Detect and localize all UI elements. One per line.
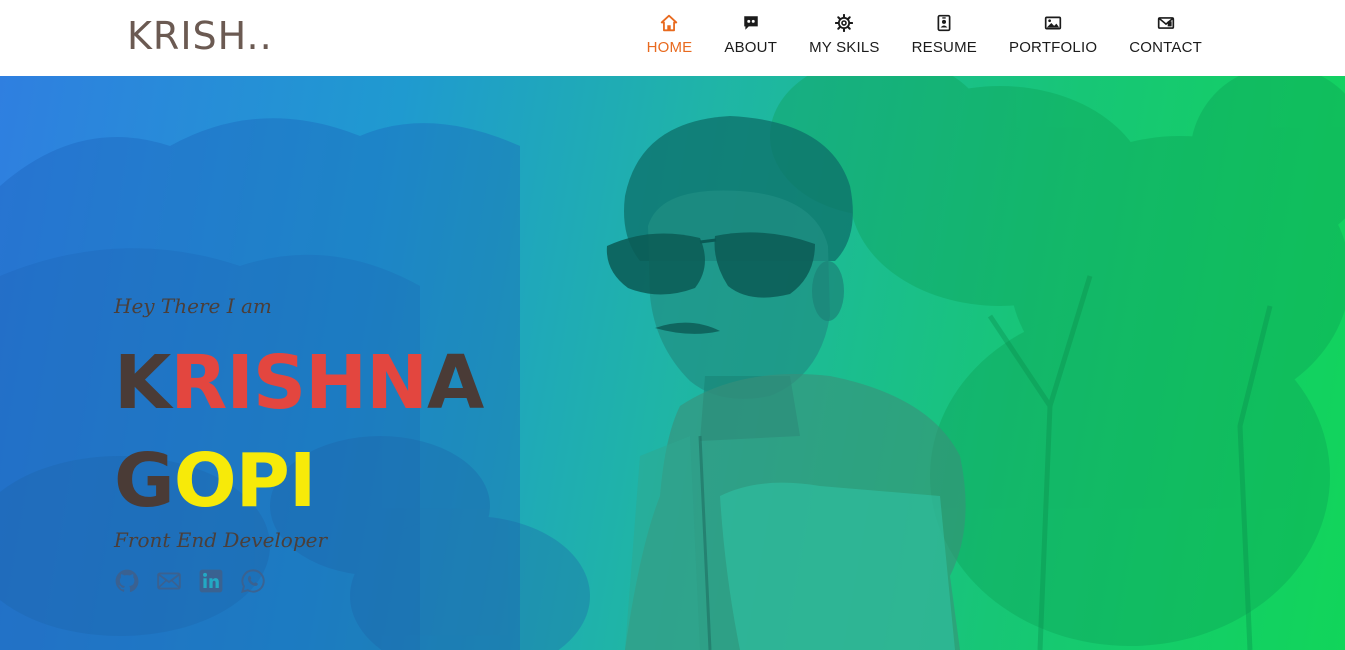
nav-item-label: ABOUT [724, 39, 778, 56]
page: KRISH.. HOME ABOUT MY SKILS RESUME PORTF… [0, 0, 1345, 650]
first-name-heading: KRISHNA [114, 346, 484, 420]
chat-quote-icon [743, 16, 758, 30]
last-name-rest: OPI [173, 438, 317, 524]
nav-item-about[interactable]: ABOUT [724, 14, 777, 56]
hero-section: Hey There I am KRISHNA GOPI Front End De… [0, 76, 1345, 650]
nav-item-resume[interactable]: RESUME [912, 14, 977, 56]
first-name-letter-a: A [427, 340, 484, 426]
first-name-middle: RISHN [170, 340, 428, 426]
github-icon[interactable] [114, 568, 140, 594]
role-text: Front End Developer [114, 528, 328, 552]
nav-item-label: CONTACT [1129, 39, 1202, 56]
nav-item-label: RESUME [911, 39, 977, 56]
nav-item-label: PORTFOLIO [1008, 39, 1098, 56]
nav-item-home[interactable]: HOME [647, 14, 693, 56]
image-icon [1044, 16, 1062, 30]
envelope-icon [1157, 17, 1174, 29]
whatsapp-icon[interactable] [240, 568, 266, 594]
main-nav: HOME ABOUT MY SKILS RESUME PORTFOLIO CON… [647, 14, 1202, 56]
nav-item-label: MY SKILS [809, 39, 880, 56]
nav-item-contact[interactable]: CONTACT [1129, 14, 1202, 56]
greeting-text: Hey There I am [114, 294, 272, 318]
id-badge-icon [937, 14, 951, 32]
gear-icon [835, 14, 854, 32]
nav-item-portfolio[interactable]: PORTFOLIO [1009, 14, 1097, 56]
nav-item-label: HOME [646, 39, 693, 56]
brand-logo[interactable]: KRISH.. [127, 14, 273, 58]
social-links [114, 568, 266, 594]
linkedin-icon[interactable] [198, 568, 224, 594]
home-icon [661, 14, 678, 32]
navbar: KRISH.. HOME ABOUT MY SKILS RESUME PORTF… [0, 0, 1345, 76]
nav-item-skills[interactable]: MY SKILS [809, 14, 880, 56]
last-name-heading: GOPI [114, 444, 316, 518]
first-name-letter-k: K [114, 340, 171, 426]
mail-icon[interactable] [156, 568, 182, 594]
last-name-letter-g: G [114, 438, 175, 524]
